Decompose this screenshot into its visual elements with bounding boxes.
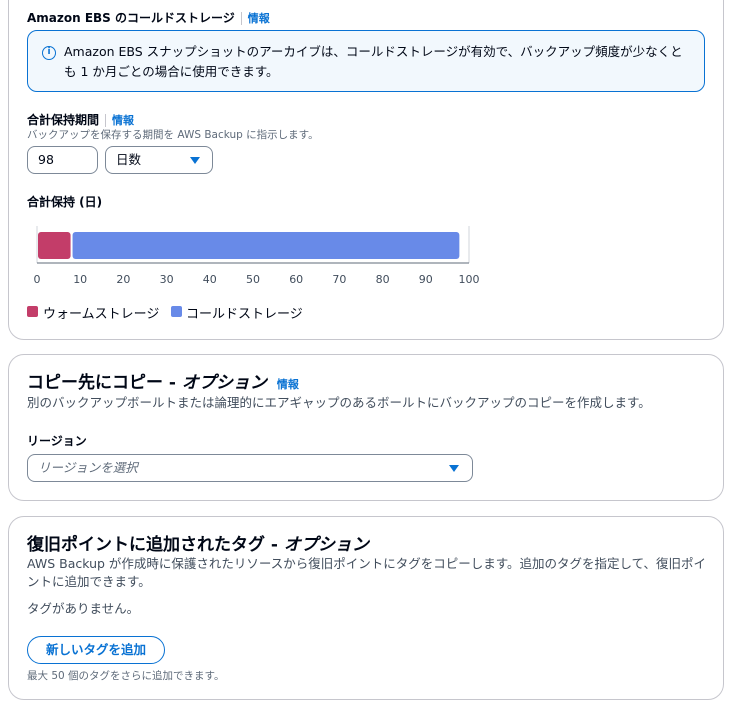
- x-tick-label: 40: [202, 273, 217, 286]
- cold-storage-alert-text: Amazon EBS スナップショットのアーカイブは、コールドストレージが有効で…: [64, 44, 683, 79]
- x-tick-label: 50: [246, 273, 260, 286]
- add-tag-button[interactable]: 新しいタグを追加: [27, 636, 165, 664]
- caret-down-icon: [449, 465, 459, 472]
- divider: [105, 114, 107, 127]
- copy-title: コピー先にコピー -: [27, 373, 182, 393]
- copy-title-row: コピー先にコピー - オプション 情報: [27, 368, 299, 393]
- x-tick-label: 0: [33, 273, 41, 286]
- info-icon: i: [42, 46, 56, 60]
- legend-warm-label: ウォームストレージ: [43, 307, 160, 322]
- x-tick-label: 90: [418, 273, 433, 286]
- x-tick-label: 10: [73, 273, 88, 286]
- tags-empty-text: タグがありません。: [27, 601, 140, 616]
- copy-description: 別のバックアップボールトまたは論理的にエアギャップのあるボールトにバックアップの…: [27, 395, 651, 410]
- divider: [240, 12, 242, 25]
- retention-info-link[interactable]: 情報: [112, 114, 134, 127]
- tags-title: 復旧ポイントに追加されたタグ -: [27, 535, 284, 555]
- retention-description: バックアップを保存する期間を AWS Backup に指示します。: [27, 129, 319, 141]
- x-tick-label: 100: [458, 273, 480, 286]
- retention-label: 合計保持期間: [27, 113, 100, 127]
- tags-description: AWS Backup が作成時に保護されたリソースから復旧ポイントにタグをコピー…: [27, 556, 707, 589]
- x-tick-label: 80: [375, 273, 390, 286]
- tags-title-optional: オプション: [283, 535, 369, 555]
- tags-limit-text: 最大 50 個のタグをさらに追加できます。: [27, 670, 225, 682]
- bar-cold-storage: [72, 232, 460, 259]
- x-tick-label: 60: [289, 273, 304, 286]
- retention-unit-value: 日数: [116, 152, 142, 167]
- copy-info-link[interactable]: 情報: [277, 378, 299, 391]
- retention-label-row: 合計保持期間 情報: [27, 111, 134, 128]
- region-label: リージョン: [27, 434, 87, 448]
- retention-chart: [36, 226, 470, 264]
- region-placeholder: リージョンを選択: [38, 460, 138, 475]
- legend-cold-label: コールドストレージ: [186, 307, 303, 322]
- x-tick-label: 70: [332, 273, 347, 286]
- copy-title-optional: オプション: [181, 373, 267, 393]
- region-select[interactable]: リージョンを選択: [27, 454, 473, 482]
- bar-warm-storage: [38, 232, 71, 259]
- retention-value-input[interactable]: 98: [27, 146, 98, 174]
- cold-storage-alert: i Amazon EBS スナップショットのアーカイブは、コールドストレージが有…: [27, 30, 705, 92]
- x-tick-label: 20: [116, 273, 131, 286]
- caret-down-icon: [190, 157, 200, 164]
- legend-cold-swatch: [171, 306, 182, 317]
- cold-storage-info-link[interactable]: 情報: [248, 12, 270, 25]
- legend-warm-swatch: [27, 306, 38, 317]
- chart-title: 合計保持 (日): [27, 195, 103, 209]
- retention-unit-select[interactable]: 日数: [105, 146, 213, 174]
- x-tick-label: 30: [159, 273, 174, 286]
- cold-storage-title: Amazon EBS のコールドストレージ: [27, 11, 235, 25]
- tags-title-row: 復旧ポイントに追加されたタグ - オプション: [27, 530, 369, 555]
- cold-storage-title-row: Amazon EBS のコールドストレージ 情報: [27, 9, 270, 26]
